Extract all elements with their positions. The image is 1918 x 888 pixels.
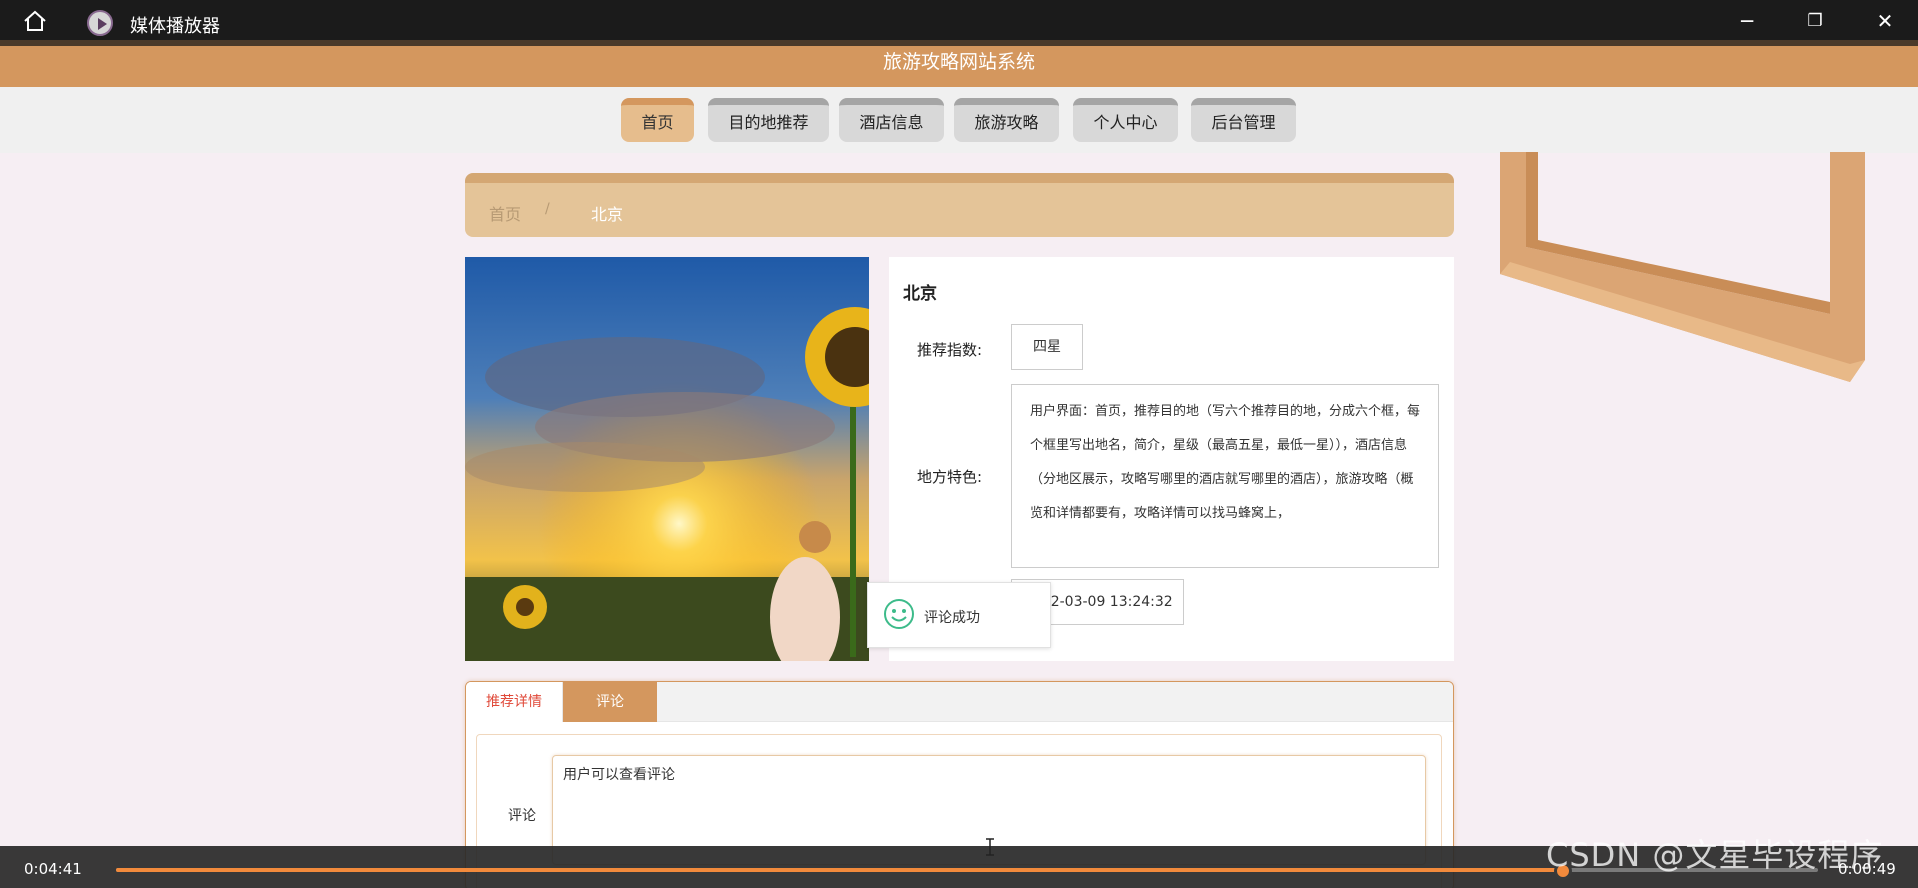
feature-label: 地方特色: (917, 468, 983, 486)
restore-icon[interactable]: ❐ (1800, 8, 1830, 34)
breadcrumb-home[interactable]: 首页 (489, 201, 521, 225)
rating-label: 推荐指数: (917, 341, 983, 359)
minimize-icon[interactable]: ─ (1732, 8, 1762, 34)
toast-message: 评论成功 (924, 610, 980, 626)
comment-label: 评论 (508, 808, 536, 824)
breadcrumb-separator: / (545, 201, 550, 217)
window-titlebar: 媒体播放器 ─ ❐ ✕ (0, 0, 1918, 40)
nav-item-home[interactable]: 首页 (621, 98, 694, 142)
close-icon[interactable]: ✕ (1870, 8, 1900, 34)
destination-photo (465, 257, 869, 661)
decorative-frame (1500, 152, 1865, 382)
success-toast: 评论成功 (867, 582, 1051, 648)
tab-bar: 推荐详情 评论 (466, 682, 1453, 722)
nav-item-hotels[interactable]: 酒店信息 (839, 98, 944, 142)
tab-comments[interactable]: 评论 (563, 682, 657, 722)
site-header: 旅游攻略网站系统 (0, 46, 1918, 87)
smiley-icon (884, 599, 914, 629)
nav-item-destinations[interactable]: 目的地推荐 (708, 98, 829, 142)
nav-item-admin[interactable]: 后台管理 (1191, 98, 1296, 142)
destination-name: 北京 (903, 284, 937, 304)
elapsed-time: 0:04:41 (24, 860, 82, 878)
watermark: CSDN @文星毕设程序 (1546, 836, 1884, 874)
nav-item-guides[interactable]: 旅游攻略 (954, 98, 1059, 142)
progress-fill (116, 868, 1563, 872)
site-title: 旅游攻略网站系统 (882, 51, 1035, 73)
text-cursor-icon (986, 838, 994, 856)
media-player-icon (87, 10, 113, 36)
home-icon[interactable] (22, 10, 48, 32)
nav-item-profile[interactable]: 个人中心 (1073, 98, 1178, 142)
tab-recommend-detail[interactable]: 推荐详情 (466, 682, 563, 722)
rating-value: 四星 (1011, 324, 1083, 370)
window-title: 媒体播放器 (130, 16, 220, 37)
breadcrumb: 首页 / 北京 (465, 173, 1454, 237)
feature-text: 用户界面：首页，推荐目的地（写六个推荐目的地，分成六个框，每个框里写出地名，简介… (1011, 384, 1439, 568)
breadcrumb-current: 北京 (591, 205, 624, 224)
